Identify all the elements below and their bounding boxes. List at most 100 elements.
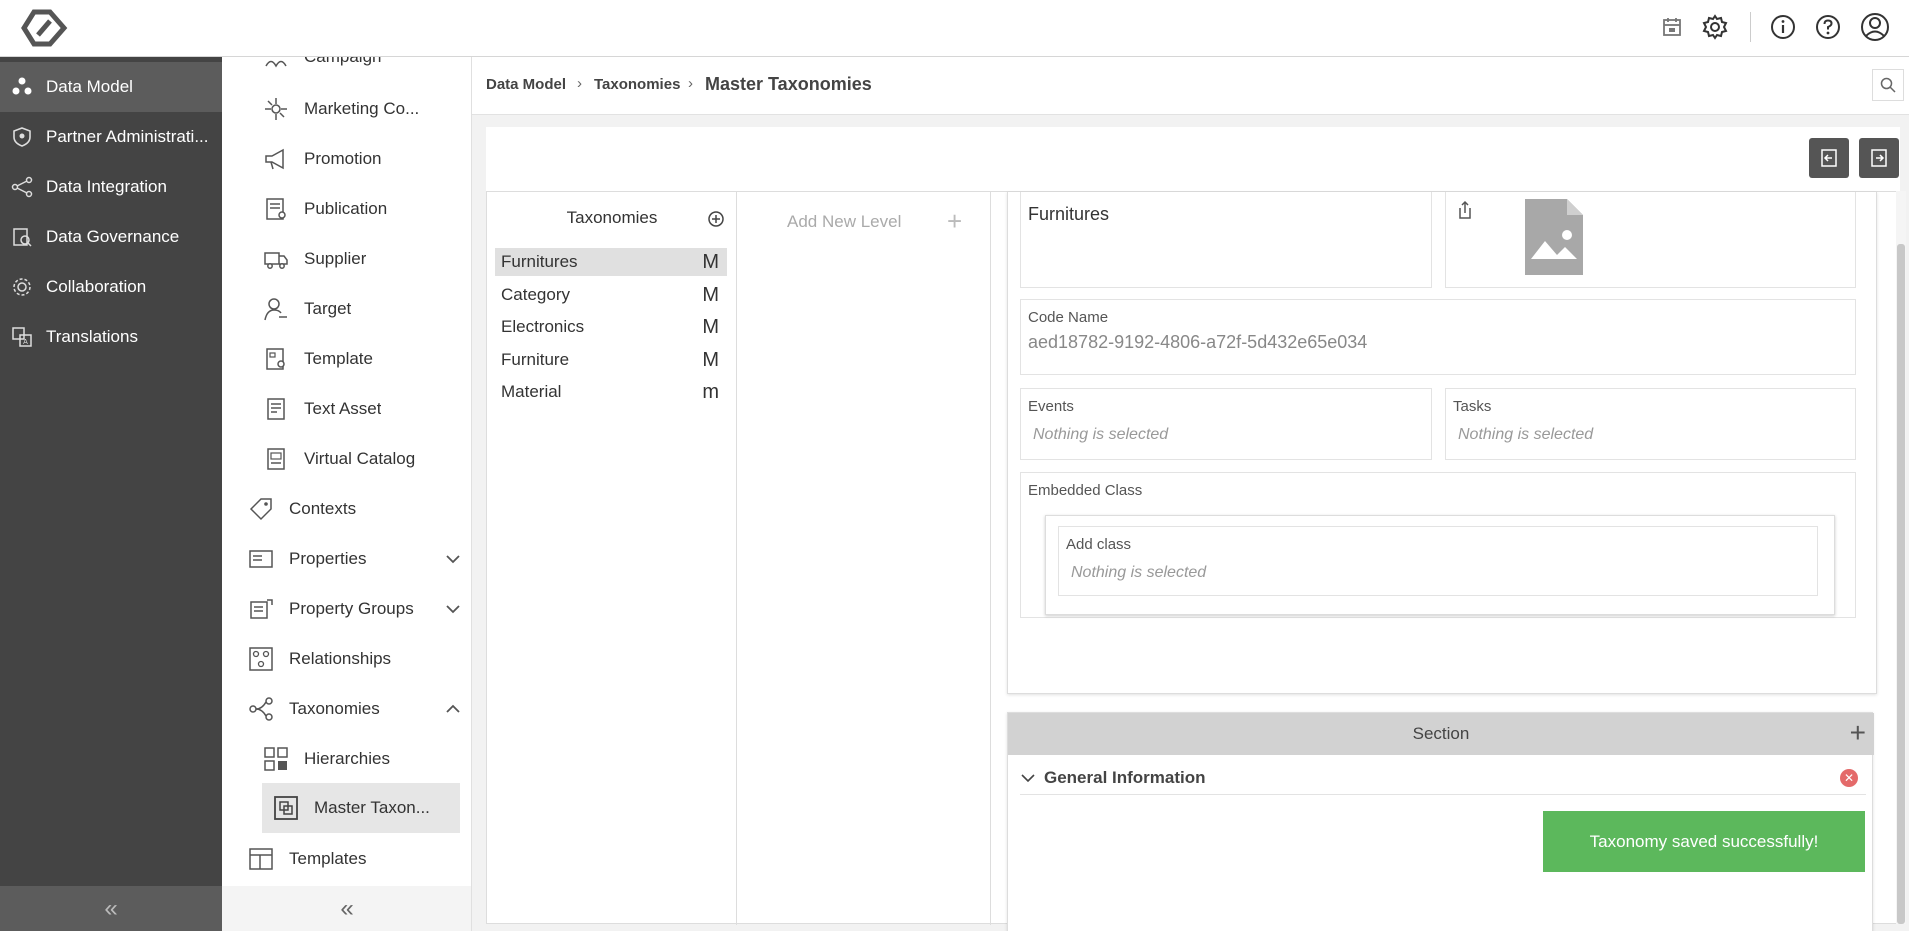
subnav-item-promotion[interactable]: Promotion (262, 137, 462, 181)
subnav-item-target[interactable]: Target (262, 287, 462, 331)
subnav-label: Publication (304, 199, 388, 218)
scrollbar-thumb[interactable] (1897, 244, 1905, 924)
add-class-label: Add class (1066, 536, 1132, 553)
add-circle-icon[interactable] (707, 210, 725, 228)
subnav-item-campaign[interactable]: Campaign (262, 57, 462, 79)
add-class-value: Nothing is selected (1071, 564, 1207, 581)
events-field[interactable]: Events Nothing is selected (1020, 388, 1432, 460)
subnav-item-marketing[interactable]: Marketing Co... (262, 87, 462, 131)
master-taxonomy-icon (272, 794, 300, 822)
chevron-down-icon[interactable] (444, 550, 462, 568)
help-icon[interactable] (1813, 12, 1843, 42)
truck-icon (262, 245, 290, 273)
nav-collaboration[interactable]: Collaboration (0, 262, 222, 312)
breadcrumb-taxonomies[interactable]: Taxonomies (594, 76, 680, 93)
upload-icon[interactable] (1456, 200, 1474, 220)
embedded-class-field: Embedded Class Add class Nothing is sele… (1020, 472, 1856, 618)
nav-label: Translations (46, 327, 138, 346)
double-chevron-left-icon: « (340, 894, 354, 922)
chevron-up-icon[interactable] (444, 700, 462, 718)
section-general-information[interactable]: General Information ✕ (1020, 761, 1866, 795)
taxonomy-row-material[interactable]: Material m (495, 378, 727, 406)
nav-data-integration[interactable]: Data Integration (0, 162, 222, 212)
taxonomy-row-electronics[interactable]: Electronics M (495, 313, 727, 341)
breadcrumb-separator: › (577, 75, 582, 92)
export-button[interactable] (1859, 138, 1899, 178)
gear-icon[interactable] (1700, 12, 1730, 42)
subnav-item-properties[interactable]: Properties (247, 537, 462, 581)
section-header: Section + (1008, 713, 1874, 755)
document-icon (262, 395, 290, 423)
taxonomy-row-category[interactable]: Category M (495, 281, 727, 309)
subnav-item-relationships[interactable]: Relationships (247, 637, 462, 681)
nav-label: Data Model (46, 77, 133, 96)
breadcrumb-data-model[interactable]: Data Model (486, 76, 566, 93)
svg-text:A: A (23, 339, 28, 346)
subnav-item-master-taxonomies[interactable]: Master Taxon... (262, 783, 460, 833)
add-section-button[interactable]: + (1850, 719, 1866, 747)
chevron-down-icon[interactable] (444, 600, 462, 618)
code-name-value: aed18782-9192-4806-a72f-5d432e65e034 (1028, 332, 1368, 352)
subnav-label: Templates (289, 849, 367, 868)
search-button[interactable] (1872, 69, 1904, 101)
taxonomy-name: Category (501, 285, 570, 304)
nav-translations[interactable]: A Translations (0, 312, 222, 362)
subnav-item-virtual-catalog[interactable]: Virtual Catalog (262, 437, 462, 481)
property-groups-icon (247, 595, 275, 623)
subnav-label: Hierarchies (304, 749, 390, 768)
add-class-card: Add class Nothing is selected (1045, 515, 1835, 615)
logo-icon[interactable] (20, 8, 68, 48)
taxonomy-badge: m (702, 380, 719, 403)
add-new-level-label[interactable]: Add New Level (787, 212, 901, 232)
collapse-secondary-nav-button[interactable]: « (222, 886, 471, 931)
subnav-item-template[interactable]: Template (262, 337, 462, 381)
subnav-item-publication[interactable]: Publication (262, 187, 462, 231)
nav-partner-administration[interactable]: Partner Administrati... (0, 112, 222, 162)
megaphone-icon (262, 145, 290, 173)
subnav-label: Contexts (289, 499, 357, 518)
taxonomy-list-heading: Taxonomies (566, 208, 658, 227)
subnav-item-supplier[interactable]: Supplier (262, 237, 462, 281)
subnav-label: Taxonomies (289, 699, 380, 718)
remove-section-button[interactable]: ✕ (1840, 769, 1858, 787)
taxonomy-badge: M (702, 348, 719, 371)
collapse-primary-nav-button[interactable]: « (0, 886, 222, 931)
toolbar-divider (1750, 12, 1751, 42)
info-icon[interactable] (1768, 12, 1798, 42)
subnav-item-taxonomies[interactable]: Taxonomies (247, 687, 462, 731)
taxonomy-row-furnitures[interactable]: Furnitures M (495, 248, 727, 276)
code-name-field: Code Name aed18782-9192-4806-a72f-5d432e… (1020, 299, 1856, 375)
taxonomy-details-panel: Furnitures Code Name aed18782-9192-4806-… (1007, 192, 1877, 694)
events-label: Events (1028, 398, 1074, 415)
nav-data-model[interactable]: Data Model (0, 62, 222, 112)
governance-icon (10, 225, 34, 249)
subnav-item-contexts[interactable]: Contexts (247, 487, 462, 531)
nav-data-governance[interactable]: Data Governance (0, 212, 222, 262)
main-content: Data Model › Taxonomies › Master Taxonom… (472, 57, 1909, 931)
subnav-item-text-asset[interactable]: Text Asset (262, 387, 462, 431)
taxonomy-row-furniture[interactable]: Furniture M (495, 346, 727, 374)
catalog-icon (262, 445, 290, 473)
calendar-icon[interactable] (1657, 12, 1687, 42)
tasks-field[interactable]: Tasks Nothing is selected (1445, 388, 1856, 460)
add-class-field[interactable]: Add class Nothing is selected (1058, 526, 1818, 596)
user-icon[interactable] (1860, 12, 1890, 42)
template-icon (262, 345, 290, 373)
taxonomy-name-field[interactable]: Furnitures (1020, 192, 1432, 288)
subnav-label: Template (304, 349, 373, 368)
image-placeholder-icon (1525, 199, 1583, 275)
tasks-value: Nothing is selected (1458, 426, 1594, 443)
section-title: Section (1412, 724, 1470, 743)
subnav-item-templates[interactable]: Templates (247, 837, 462, 881)
subnav-item-hierarchies[interactable]: Hierarchies (262, 737, 462, 781)
import-button[interactable] (1809, 138, 1849, 178)
publication-icon (262, 195, 290, 223)
embedded-class-label: Embedded Class (1028, 482, 1143, 499)
nav-label: Data Integration (46, 177, 167, 196)
subnav-label: Virtual Catalog (304, 449, 416, 468)
hierarchies-icon (262, 745, 290, 773)
subnav-label: Marketing Co... (304, 99, 420, 118)
subnav-item-property-groups[interactable]: Property Groups (247, 587, 462, 631)
primary-nav: Data Model Partner Administrati... Data … (0, 57, 222, 931)
add-level-button[interactable]: + (947, 208, 962, 234)
